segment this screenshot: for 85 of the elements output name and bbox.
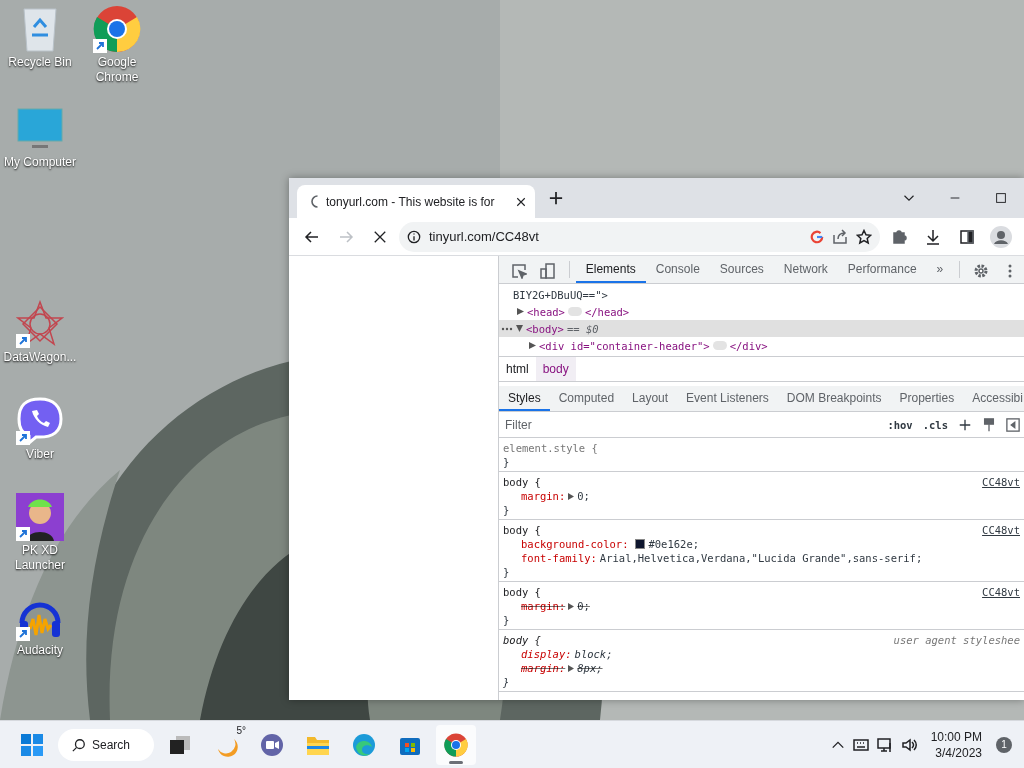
- chrome-icon[interactable]: [444, 732, 468, 757]
- notification-badge[interactable]: 1: [996, 736, 1012, 753]
- styles-pane-tab[interactable]: Layout: [623, 386, 678, 411]
- css-declaration[interactable]: background-color: #0e162e;: [503, 537, 1020, 551]
- css-selector: element.style {: [503, 441, 598, 455]
- address-bar[interactable]: tinyurl.com/CC48vt: [399, 221, 880, 252]
- breadcrumb[interactable]: body: [535, 357, 576, 381]
- volume-icon[interactable]: [900, 736, 917, 753]
- network-icon[interactable]: [876, 736, 893, 753]
- source-link[interactable]: CC48vt: [982, 475, 1020, 489]
- side-panel-icon[interactable]: [959, 228, 975, 245]
- viber-icon[interactable]: [16, 397, 64, 445]
- search-box[interactable]: Search: [58, 728, 154, 761]
- devtools-tab[interactable]: Sources: [709, 256, 774, 283]
- more-tabs-button[interactable]: »: [926, 256, 954, 283]
- expand-triangle-icon[interactable]: [568, 602, 575, 610]
- css-selector: body {: [503, 523, 541, 537]
- temperature: 5°: [236, 724, 246, 736]
- closing-brace: }: [503, 565, 511, 579]
- profile-avatar-icon[interactable]: [990, 225, 1012, 248]
- avatar-icon[interactable]: [16, 493, 64, 541]
- settings-icon[interactable]: [972, 263, 989, 279]
- css-declaration[interactable]: display: block;: [503, 647, 1020, 661]
- dom-node-line[interactable]: <head> </head>: [499, 303, 1024, 320]
- video-chat-icon[interactable]: [260, 732, 284, 757]
- cls-toggle[interactable]: .cls: [922, 418, 948, 431]
- maximize-icon[interactable]: [996, 193, 1006, 203]
- download-icon[interactable]: [925, 228, 941, 245]
- close-icon[interactable]: [515, 195, 527, 208]
- more-dots-icon: [501, 326, 513, 331]
- closing-brace: }: [503, 503, 511, 517]
- css-selector: body {: [503, 633, 541, 647]
- devtools-tab[interactable]: Network: [773, 256, 838, 283]
- disclosure-triangle-icon[interactable]: [516, 325, 523, 332]
- disclosure-triangle-icon[interactable]: [529, 342, 536, 349]
- dom-node-line[interactable]: <div id="container-header"> </div>: [499, 337, 1024, 354]
- devtools-tab[interactable]: Elements: [575, 256, 646, 283]
- styles-pane-tab[interactable]: DOM Breakpoints: [777, 386, 891, 411]
- share-icon[interactable]: [832, 228, 848, 245]
- task-view-icon[interactable]: [170, 735, 190, 754]
- puzzle-icon[interactable]: [891, 228, 907, 245]
- expand-triangle-icon[interactable]: [568, 664, 575, 672]
- closing-brace: }: [503, 455, 511, 469]
- source-link[interactable]: CC48vt: [982, 523, 1020, 537]
- styles-pane-tab[interactable]: Properties: [890, 386, 964, 411]
- css-selector: body {: [503, 475, 541, 489]
- star-icon[interactable]: [856, 228, 872, 245]
- clock[interactable]: 10:00 PM 3/4/2023: [930, 728, 982, 761]
- search-icon[interactable]: [72, 737, 86, 752]
- styles-pane-tab[interactable]: Accessibi: [963, 386, 1024, 411]
- device-toolbar-icon[interactable]: [540, 263, 557, 279]
- source-label: user agent styleshee: [893, 633, 1020, 647]
- keyboard-icon[interactable]: [852, 736, 869, 753]
- styles-pane-tab[interactable]: Event Listeners: [677, 386, 778, 411]
- expand-triangle-icon[interactable]: [568, 492, 575, 500]
- more-options-icon[interactable]: [1007, 264, 1012, 278]
- info-icon[interactable]: [407, 229, 421, 244]
- closing-brace: }: [503, 613, 511, 627]
- devtools-tab[interactable]: Console: [645, 256, 710, 283]
- paint-icon[interactable]: [982, 417, 996, 432]
- color-swatch[interactable]: [635, 539, 646, 549]
- browser-tab[interactable]: tonyurl.com - This website is for: [297, 185, 535, 218]
- css-declaration[interactable]: margin: 0;: [503, 489, 1020, 503]
- source-link[interactable]: CC48vt: [982, 585, 1020, 599]
- edge-icon[interactable]: [352, 732, 376, 757]
- devtools-tab[interactable]: Performance: [837, 256, 927, 283]
- google-g-icon[interactable]: [810, 229, 824, 244]
- start-icon[interactable]: [21, 733, 43, 756]
- disclosure-triangle-icon[interactable]: [517, 308, 524, 315]
- new-rule-icon[interactable]: [958, 417, 972, 432]
- back-arrow-icon[interactable]: [304, 228, 320, 245]
- stop-icon[interactable]: [373, 229, 387, 244]
- closing-brace: }: [503, 675, 511, 689]
- inspect-icon[interactable]: [511, 263, 528, 279]
- dom-node-line[interactable]: BIY2G+DBuUQ==">: [499, 286, 1024, 303]
- css-selector: body {: [503, 585, 541, 599]
- new-tab-icon[interactable]: [549, 191, 563, 205]
- star-pattern-icon[interactable]: [16, 300, 64, 348]
- hov-toggle[interactable]: :hov: [887, 418, 913, 431]
- css-declaration[interactable]: font-family: Arial,Helvetica,Verdana,"Lucida Grande",sans-serif;: [503, 551, 1020, 565]
- styles-pane-tab[interactable]: Styles: [499, 386, 550, 411]
- styles-pane-tab[interactable]: Computed: [549, 386, 624, 411]
- breadcrumb[interactable]: html: [499, 357, 536, 381]
- sidebar-toggle-icon[interactable]: [1006, 417, 1020, 432]
- chrome-icon[interactable]: [93, 5, 141, 53]
